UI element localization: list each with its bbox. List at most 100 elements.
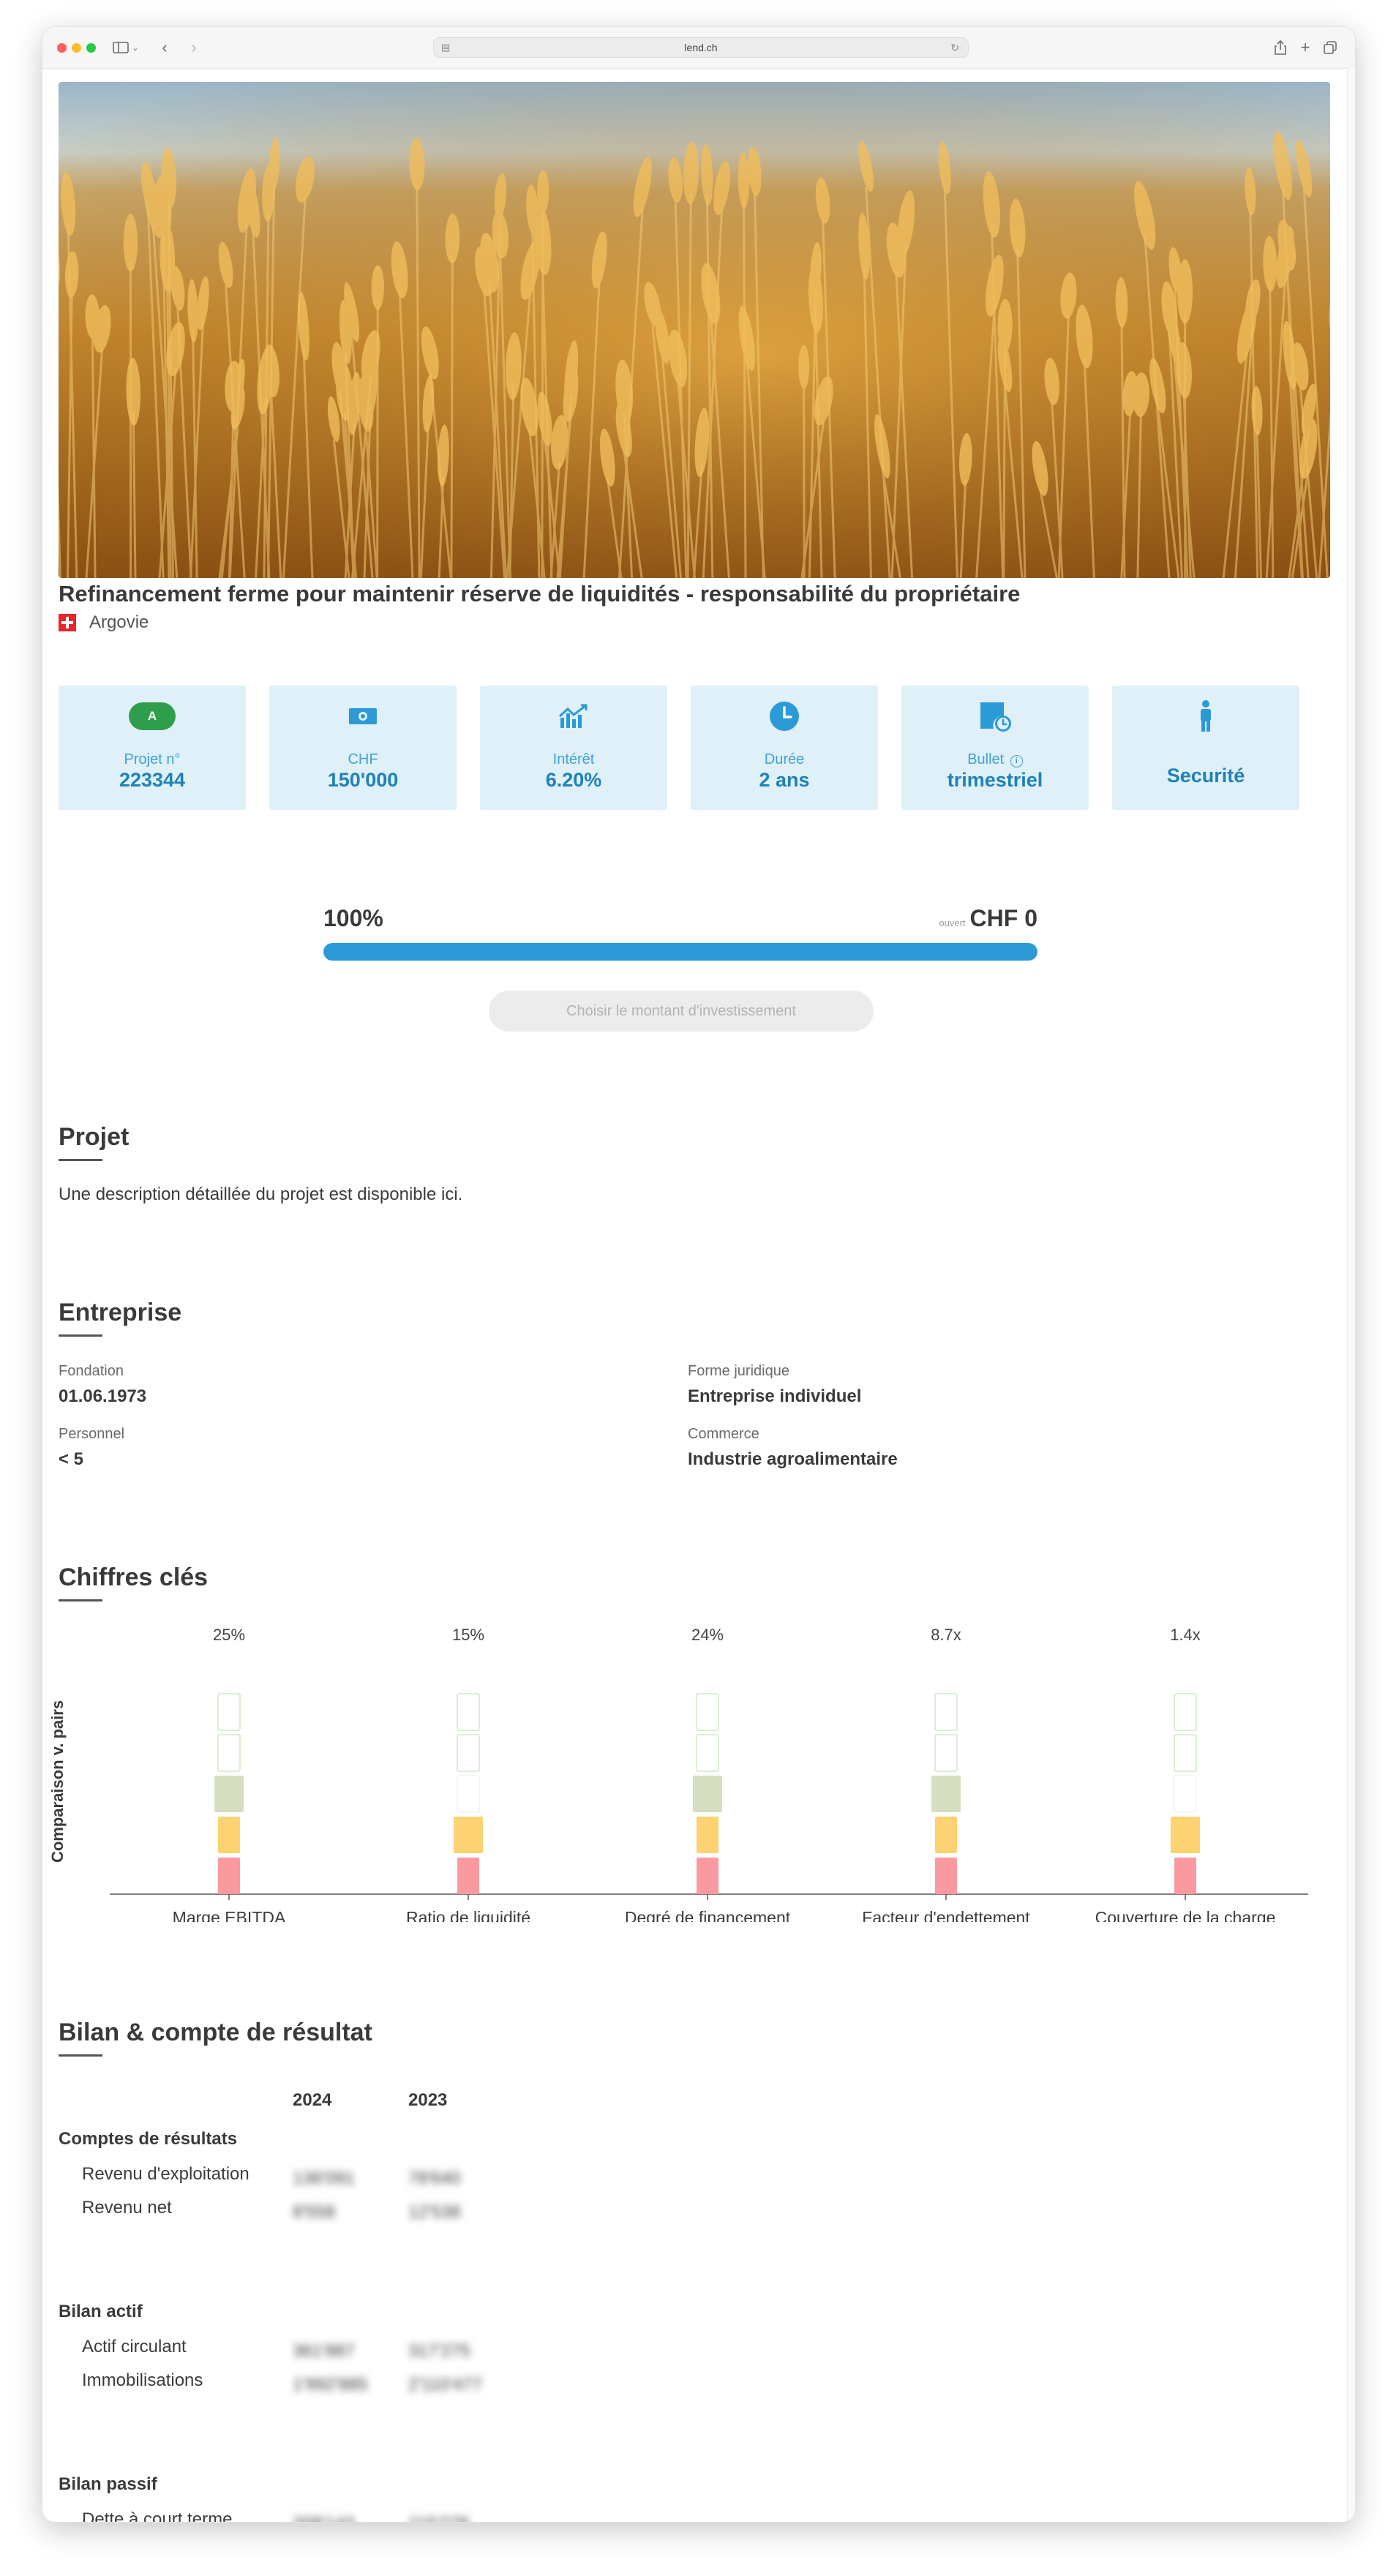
personnel-value: < 5	[59, 1449, 84, 1469]
chart-bar-segment	[454, 1817, 483, 1853]
row-value-2023: 78'640	[408, 2168, 461, 2188]
person-icon	[1112, 699, 1299, 734]
card-repayment: Bullet i trimestriel	[901, 686, 1089, 810]
row-value-2023: 115'278	[408, 2514, 469, 2522]
chart-value-label: 15%	[452, 1626, 484, 1644]
sidebar-toggle-icon[interactable]: ⌄	[113, 37, 139, 58]
forme-juridique-label: Forme juridique	[688, 1363, 789, 1379]
row-value-2023: 12'538	[408, 2202, 461, 2222]
hero-image	[59, 82, 1330, 578]
year-header: 2023	[408, 2090, 448, 2110]
row-label: Revenu d'exploitation	[82, 2164, 249, 2184]
card-value: trimestriel	[947, 769, 1043, 791]
zoom-window-button[interactable]	[86, 43, 96, 53]
chart-bar-segment	[1171, 1817, 1200, 1853]
clock-icon	[691, 699, 878, 734]
project-title: Refinancement ferme pour maintenir réser…	[59, 581, 1021, 607]
chart-bar-segment	[217, 1693, 241, 1731]
card-label: Durée	[764, 751, 805, 767]
commerce-value: Industrie agroalimentaire	[688, 1449, 898, 1469]
section-heading-bilan: Bilan & compte de résultat	[59, 2019, 372, 2046]
address-bar[interactable]: ▤ lend.ch ↻	[433, 37, 969, 58]
chart-bar-segment	[935, 1858, 957, 1894]
card-duration: Durée 2 ans	[691, 686, 878, 810]
fondation-label: Fondation	[59, 1363, 124, 1379]
tab-overview-icon[interactable]	[1321, 37, 1339, 58]
back-icon[interactable]: ‹	[157, 37, 173, 58]
chart-bar-segment	[1174, 1734, 1197, 1772]
row-value-2024: 208'143	[293, 2514, 355, 2522]
progress-bar	[323, 943, 1037, 961]
row-label: Dette à court terme	[82, 2509, 233, 2523]
heading-underline	[59, 1334, 102, 1337]
chart-bar-segment	[697, 1817, 718, 1853]
project-region: Argovie	[59, 612, 149, 633]
share-icon[interactable]	[1272, 37, 1289, 58]
fondation-value: 01.06.1973	[59, 1386, 147, 1406]
x-tick-label: Couverture de la charge	[1095, 1908, 1276, 1922]
card-value: 223344	[119, 769, 186, 791]
funding-percent: 100%	[323, 905, 383, 931]
new-tab-icon[interactable]: +	[1296, 37, 1314, 58]
chart-bar-segment	[935, 1817, 957, 1853]
x-tick-label: Ratio de liquidité	[406, 1908, 530, 1922]
wheat-field-image	[59, 82, 1330, 578]
region-name: Argovie	[89, 612, 149, 632]
chart-bar-segment	[934, 1734, 958, 1772]
browser-toolbar: ⌄ ‹ › ▤ lend.ch ↻ +	[42, 27, 1355, 69]
forme-juridique-value: Entreprise individuel	[688, 1386, 862, 1406]
chart-bar-segment	[218, 1817, 240, 1853]
x-tick-label: Degré de financement	[625, 1908, 791, 1922]
chart-bar-segment	[217, 1734, 241, 1772]
project-description: Une description détaillée du projet est …	[59, 1184, 463, 1204]
group-title: Comptes de résultats	[59, 2129, 238, 2149]
reload-icon[interactable]: ↻	[950, 38, 959, 57]
commerce-label: Commerce	[688, 1426, 759, 1442]
open-amount: ouvert CHF 0	[939, 905, 1037, 932]
progress-fill	[323, 943, 1037, 961]
row-label: Revenu net	[82, 2198, 172, 2218]
card-label: Bullet i	[901, 751, 1089, 768]
card-label: Projet n°	[124, 751, 181, 767]
heading-underline	[59, 1159, 102, 1161]
page-scrollbar[interactable]	[1347, 68, 1355, 2522]
info-icon[interactable]: i	[1010, 755, 1023, 767]
card-interest: Intérêt 6.20%	[480, 686, 667, 810]
card-security[interactable]: Securité	[1112, 686, 1299, 810]
chart-bar-segment	[934, 1693, 958, 1731]
chart-bar-segment	[457, 1775, 480, 1813]
chart-value-label: 8.7x	[931, 1626, 961, 1644]
card-value: Securité	[1166, 765, 1245, 786]
chart-bar-segment	[457, 1734, 480, 1772]
chart-trend-icon	[480, 699, 667, 734]
banknote-icon	[269, 699, 457, 734]
forward-icon[interactable]: ›	[186, 37, 202, 58]
year-header: 2024	[293, 2090, 332, 2110]
page-settings-icon[interactable]: ▤	[441, 38, 450, 57]
row-label: Immobilisations	[82, 2370, 203, 2390]
choose-investment-amount-button[interactable]: Choisir le montant d'investissement	[489, 991, 874, 1032]
card-value: 2 ans	[759, 769, 810, 791]
card-project-number: A Projet n° 223344	[59, 686, 246, 810]
heading-underline	[59, 2054, 102, 2057]
chart-bar-segment	[1174, 1693, 1197, 1731]
row-value-2023: 317'275	[408, 2341, 470, 2361]
card-label: CHF	[348, 751, 378, 767]
open-value: CHF 0	[969, 905, 1037, 931]
chart-bar-segment	[696, 1734, 719, 1772]
open-label: ouvert	[939, 917, 966, 928]
minimize-window-button[interactable]	[72, 43, 81, 53]
card-label-text: Bullet	[967, 751, 1005, 767]
card-label: Intérêt	[552, 751, 595, 767]
chart-bar-segment	[931, 1776, 961, 1812]
calendar-clock-icon	[901, 699, 1089, 734]
row-value-2024: 8'558	[293, 2202, 335, 2222]
chart-value-label: 1.4x	[1170, 1626, 1201, 1644]
section-heading-chiffres-cles: Chiffres clés	[59, 1563, 209, 1591]
chart-bar-segment	[214, 1776, 244, 1812]
close-window-button[interactable]	[57, 43, 67, 53]
chart-bar-segment	[1174, 1775, 1197, 1813]
row-value-2023: 2'110'477	[408, 2375, 482, 2395]
browser-window: ⌄ ‹ › ▤ lend.ch ↻ + Refinancement ferme …	[42, 26, 1356, 2523]
group-title: Bilan passif	[59, 2474, 157, 2494]
